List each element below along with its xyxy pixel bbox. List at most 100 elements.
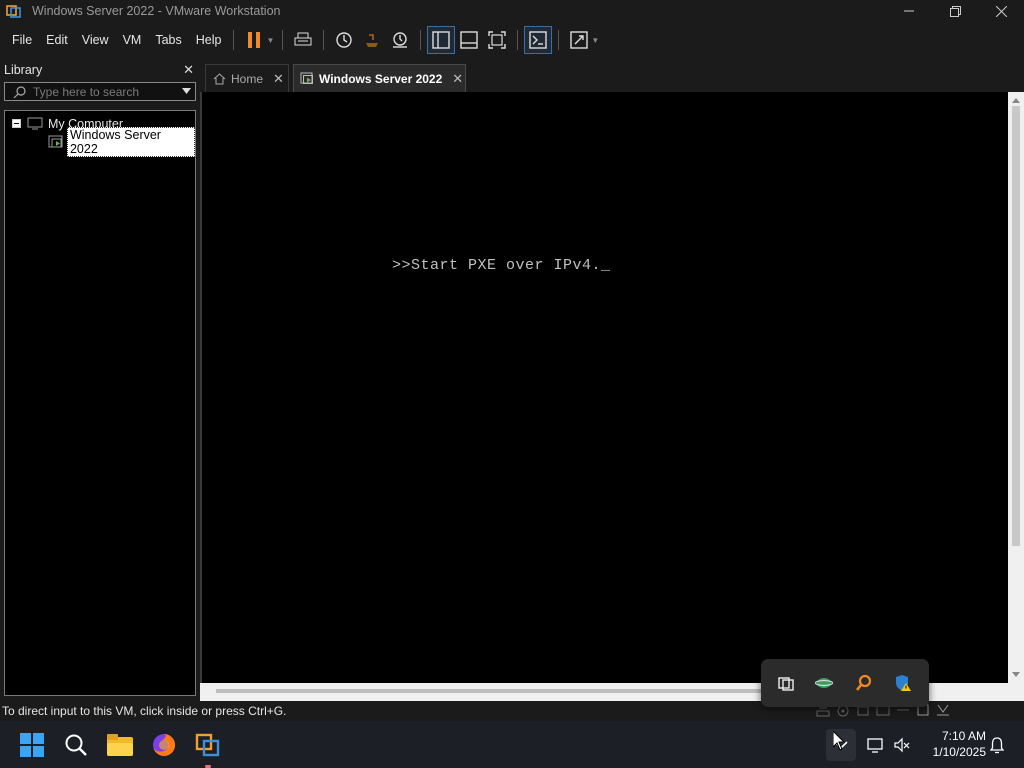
status-message: To direct input to this VM, click inside… xyxy=(2,704,287,718)
toolbar-separator xyxy=(233,30,235,50)
volume-button[interactable] xyxy=(888,729,916,761)
firefox-icon xyxy=(153,733,176,756)
close-button[interactable] xyxy=(978,0,1024,22)
search-icon xyxy=(65,734,87,756)
taskbar-firefox[interactable] xyxy=(148,729,180,761)
notifications-button[interactable] xyxy=(984,729,1010,761)
window-title: Windows Server 2022 - VMware Workstation xyxy=(32,4,281,18)
tray-overflow-popup xyxy=(761,659,929,707)
snapshot-manager-icon xyxy=(393,32,408,48)
clock-time: 7:10 AM xyxy=(941,729,986,743)
snapshot-icon xyxy=(336,32,353,48)
show-library-icon xyxy=(432,31,451,49)
message-log-icon[interactable] xyxy=(936,703,950,717)
vertical-scroll-thumb[interactable] xyxy=(1012,106,1020,546)
toolbar-separator xyxy=(420,30,422,50)
pause-button[interactable] xyxy=(240,26,268,54)
toolbar-separator xyxy=(517,30,519,50)
taskbar: 7:10 AM 1/10/2025 xyxy=(0,721,1024,768)
vmware-tray-icon[interactable] xyxy=(778,675,794,691)
taskbar-search-button[interactable] xyxy=(60,729,92,761)
defender-warning-icon[interactable] xyxy=(894,674,912,692)
library-search-box[interactable] xyxy=(4,82,196,101)
minimize-button[interactable] xyxy=(886,0,932,22)
pause-dropdown-arrow[interactable]: ▼ xyxy=(266,36,274,45)
tree-item-windows-server-2022[interactable]: Windows Server 2022 xyxy=(48,126,195,157)
vmware-app-icon xyxy=(6,5,21,18)
bell-icon xyxy=(989,737,1005,754)
stretch-dropdown-arrow[interactable]: ▼ xyxy=(591,36,599,45)
search-icon xyxy=(13,85,26,98)
clock-date: 1/10/2025 xyxy=(932,745,986,759)
restore-button[interactable] xyxy=(932,0,978,22)
taskbar-clock[interactable]: 7:10 AM 1/10/2025 xyxy=(920,728,986,760)
collapse-icon[interactable] xyxy=(12,119,21,128)
stretch-button[interactable] xyxy=(565,26,593,54)
menu-edit[interactable]: Edit xyxy=(40,33,74,47)
menu-file[interactable]: File xyxy=(6,33,38,47)
title-bar: Windows Server 2022 - VMware Workstation xyxy=(0,0,1024,22)
pause-icon xyxy=(248,32,261,48)
console-view-button[interactable] xyxy=(524,26,553,54)
tab-home[interactable]: Home ✕ xyxy=(205,64,289,92)
taskbar-file-explorer[interactable] xyxy=(104,729,136,761)
menu-help[interactable]: Help xyxy=(190,33,228,47)
close-icon xyxy=(995,5,1007,17)
home-icon xyxy=(213,72,226,84)
menu-vm[interactable]: VM xyxy=(117,33,148,47)
toolbar-separator xyxy=(282,30,284,50)
stretch-icon xyxy=(570,31,589,49)
thumbnail-bar-icon xyxy=(460,31,479,49)
restore-icon xyxy=(949,5,961,17)
start-icon xyxy=(20,733,44,757)
horizontal-scroll-thumb[interactable] xyxy=(216,689,776,693)
toolbar-separator xyxy=(323,30,325,50)
revert-snapshot-icon xyxy=(366,34,379,47)
library-title: Library xyxy=(4,63,43,77)
scroll-up-arrow-icon[interactable] xyxy=(1008,94,1024,106)
vmware-icon xyxy=(195,733,220,757)
taskbar-vmware[interactable] xyxy=(192,729,224,768)
library-close-icon[interactable]: ✕ xyxy=(183,62,194,78)
network-globe-icon[interactable] xyxy=(815,675,834,691)
tab-windows-server-2022[interactable]: Windows Server 2022 ✕ xyxy=(293,64,466,92)
tab-vm-close-icon[interactable]: ✕ xyxy=(452,71,463,87)
snapshot-button[interactable] xyxy=(330,26,358,54)
full-screen-icon xyxy=(488,31,507,49)
tree-label-windows-server-2022: Windows Server 2022 xyxy=(66,126,195,157)
menu-view[interactable]: View xyxy=(76,33,115,47)
vertical-scrollbar[interactable] xyxy=(1008,92,1024,683)
computer-icon xyxy=(27,117,43,130)
tab-home-label: Home xyxy=(231,71,264,86)
file-explorer-icon xyxy=(107,734,133,756)
network-icon xyxy=(867,738,883,753)
pxe-boot-message: >>Start PXE over IPv4._ xyxy=(392,257,611,274)
toolbar-separator xyxy=(558,30,560,50)
vm-tab-icon xyxy=(300,72,313,84)
snapshot-manager-button[interactable] xyxy=(386,26,414,54)
tab-strip: Home ✕ Windows Server 2022 ✕ xyxy=(200,58,1024,92)
console-view-icon xyxy=(529,31,548,49)
thumbnail-bar-button[interactable] xyxy=(455,26,483,54)
network-status-button[interactable] xyxy=(862,729,890,761)
start-button[interactable] xyxy=(16,729,48,761)
tab-vm-label: Windows Server 2022 xyxy=(319,71,443,86)
menu-tabs[interactable]: Tabs xyxy=(149,33,187,47)
scroll-down-arrow-icon[interactable] xyxy=(1008,669,1024,681)
vm-icon xyxy=(48,135,63,147)
library-tree: My Computer Windows Server 2022 xyxy=(4,110,196,696)
search-tool-icon[interactable] xyxy=(855,674,873,692)
send-ctrl-alt-del-icon xyxy=(294,32,312,46)
mouse-cursor-icon xyxy=(833,731,846,751)
revert-snapshot-button[interactable] xyxy=(358,26,386,54)
chevron-down-icon[interactable] xyxy=(182,88,191,94)
tab-home-close-icon[interactable]: ✕ xyxy=(273,71,284,87)
minimize-icon xyxy=(904,10,914,12)
volume-muted-icon xyxy=(894,737,910,753)
library-search-input[interactable] xyxy=(33,84,173,99)
full-screen-button[interactable] xyxy=(483,26,511,54)
send-ctrl-alt-del-button[interactable] xyxy=(289,26,317,54)
menu-toolbar: File Edit View VM Tabs Help ▼ ▼ xyxy=(0,22,1024,58)
vm-console-screen[interactable]: >>Start PXE over IPv4._ xyxy=(200,92,1008,683)
show-library-button[interactable] xyxy=(427,26,456,54)
